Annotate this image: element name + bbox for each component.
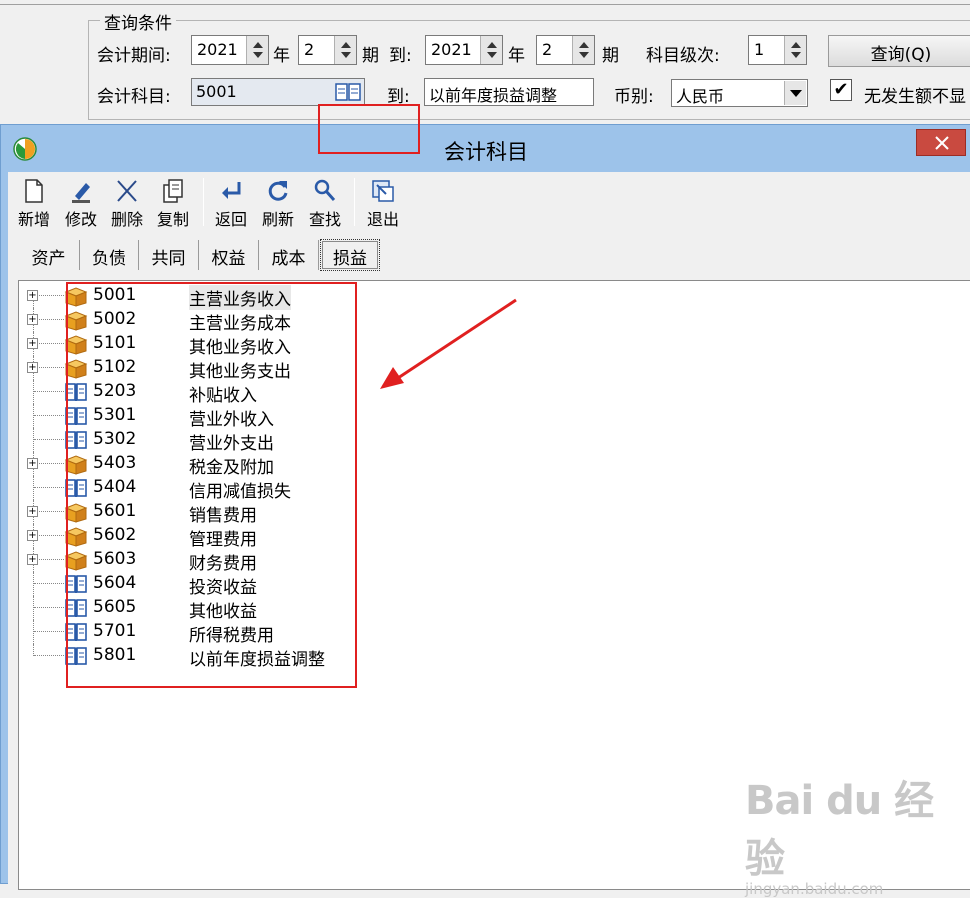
watermark-url: jingyan.baidu.com [745, 880, 884, 898]
annotation-arrow [380, 298, 517, 389]
baidu-watermark: Bai du 经验 jingyan.baidu.com [745, 768, 970, 898]
watermark-brand: Bai du 经验 [745, 778, 934, 882]
